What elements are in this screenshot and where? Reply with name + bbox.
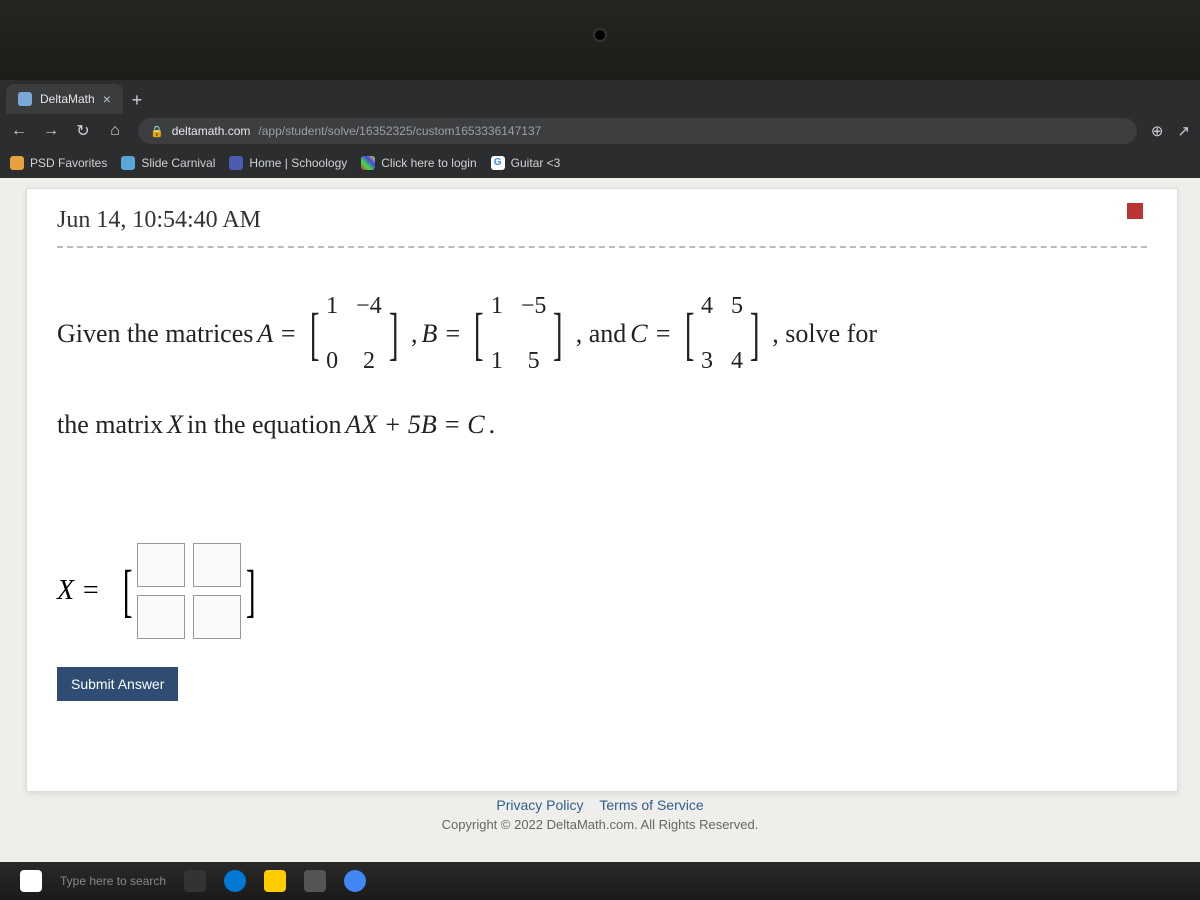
text: ,: [411, 305, 418, 362]
home-button[interactable]: ⌂: [106, 122, 124, 140]
bookmark-icon: [121, 156, 135, 170]
back-button[interactable]: ←: [10, 122, 28, 140]
address-bar: ← → ↻ ⌂ 🔒 deltamath.com/app/student/solv…: [0, 114, 1200, 148]
forward-button[interactable]: →: [42, 122, 60, 140]
bracket-right-icon: ]: [553, 311, 563, 357]
tab-favicon: [18, 92, 32, 106]
bracket-left-icon: [: [310, 311, 320, 357]
bookmark-label: Slide Carnival: [141, 156, 215, 170]
terms-link[interactable]: Terms of Service: [599, 797, 703, 813]
laptop-bezel: [0, 0, 1200, 80]
text: .: [489, 396, 496, 453]
url-domain: deltamath.com: [172, 124, 251, 138]
answer-cell-0-1[interactable]: [193, 543, 241, 587]
tab-bar: DeltaMath × +: [0, 80, 1200, 114]
problem-text: Given the matrices A = [ 1−4 02 ] , B = …: [57, 278, 1147, 453]
cell: 1: [491, 280, 503, 333]
tab-title: DeltaMath: [40, 92, 95, 106]
bookmark-label: PSD Favorites: [30, 156, 107, 170]
bookmark-label: Click here to login: [381, 156, 476, 170]
file-explorer-icon[interactable]: [264, 870, 286, 892]
text: , and: [576, 305, 627, 362]
cell: −4: [356, 280, 382, 333]
bookmark-label: Guitar <3: [511, 156, 561, 170]
bookmarks-bar: PSD Favorites Slide Carnival Home | Scho…: [0, 148, 1200, 178]
store-icon[interactable]: [304, 870, 326, 892]
lock-icon: 🔒: [150, 125, 164, 138]
bookmark-icon: [361, 156, 375, 170]
submit-answer-button[interactable]: Submit Answer: [57, 667, 178, 701]
bookmark-slide-carnival[interactable]: Slide Carnival: [121, 156, 215, 170]
matrix-b-label: B =: [422, 305, 462, 362]
page-footer: Privacy Policy Terms of Service Copyrigh…: [0, 797, 1200, 832]
bracket-right-icon: ]: [389, 311, 399, 357]
answer-matrix: [ ]: [118, 543, 261, 639]
x-equals-label: X =: [57, 575, 100, 607]
record-stop-icon[interactable]: [1127, 203, 1143, 219]
bookmark-label: Home | Schoology: [249, 156, 347, 170]
cell: 4: [731, 335, 743, 388]
timestamp: Jun 14, 10:54:40 AM: [57, 207, 1147, 234]
bracket-right-icon: ]: [246, 568, 256, 614]
cell: 2: [356, 335, 382, 388]
cell: 0: [326, 335, 338, 388]
cell: 5: [521, 335, 547, 388]
camera-dot: [595, 30, 605, 40]
chrome-icon[interactable]: [344, 870, 366, 892]
bracket-left-icon: [: [474, 311, 484, 357]
url-path: /app/student/solve/16352325/custom165333…: [258, 124, 541, 138]
windows-taskbar[interactable]: Type here to search: [0, 862, 1200, 900]
cell: 3: [701, 335, 713, 388]
page-viewport: Jun 14, 10:54:40 AM Given the matrices A…: [0, 178, 1200, 862]
content-card: Jun 14, 10:54:40 AM Given the matrices A…: [26, 188, 1178, 792]
bookmark-schoology[interactable]: Home | Schoology: [229, 156, 347, 170]
edge-icon[interactable]: [224, 870, 246, 892]
browser-chrome: DeltaMath × + ← → ↻ ⌂ 🔒 deltamath.com/ap…: [0, 80, 1200, 178]
bookmark-psd-favorites[interactable]: PSD Favorites: [10, 156, 107, 170]
cell: −5: [521, 280, 547, 333]
google-icon: G: [491, 156, 505, 170]
toolbar-right: ⊕ ↗: [1151, 122, 1190, 140]
text: the matrix: [57, 396, 163, 453]
taskbar-search[interactable]: Type here to search: [60, 874, 166, 888]
reload-button[interactable]: ↻: [74, 121, 92, 141]
new-tab-button[interactable]: +: [123, 86, 151, 114]
share-icon[interactable]: ↗: [1177, 122, 1190, 140]
answer-cell-0-0[interactable]: [137, 543, 185, 587]
equation: AX + 5B = C: [346, 396, 485, 453]
omnibox[interactable]: 🔒 deltamath.com/app/student/solve/163523…: [138, 118, 1137, 144]
matrix-c-label: C =: [630, 305, 671, 362]
zoom-icon[interactable]: ⊕: [1151, 122, 1164, 140]
matrix-a-label: A =: [257, 305, 296, 362]
bookmark-login[interactable]: Click here to login: [361, 156, 476, 170]
text: in the equation: [187, 396, 342, 453]
cell: 1: [326, 280, 338, 333]
text: , solve for: [772, 305, 877, 362]
text: Given the matrices: [57, 305, 253, 362]
start-icon[interactable]: [20, 870, 42, 892]
cell: 4: [701, 280, 713, 333]
answer-cell-1-0[interactable]: [137, 595, 185, 639]
matrix-a: [ 1 −4 02 ]: [305, 278, 403, 390]
copyright-text: Copyright © 2022 DeltaMath.com. All Righ…: [0, 817, 1200, 832]
cell: 5: [731, 280, 743, 333]
x-var: X: [167, 396, 183, 453]
bracket-left-icon: [: [123, 568, 133, 614]
privacy-link[interactable]: Privacy Policy: [496, 797, 583, 813]
bookmark-guitar[interactable]: G Guitar <3: [491, 156, 561, 170]
divider: [57, 246, 1147, 248]
answer-area: X = [ ]: [57, 543, 1147, 639]
answer-cell-1-1[interactable]: [193, 595, 241, 639]
cell: 1: [491, 335, 503, 388]
bracket-left-icon: [: [684, 311, 694, 357]
matrix-b: [ 1 −5 15 ]: [469, 278, 567, 390]
folder-icon: [10, 156, 24, 170]
tab-close-icon[interactable]: ×: [103, 91, 111, 107]
task-view-icon[interactable]: [184, 870, 206, 892]
matrix-c: [ 45 34 ]: [680, 278, 765, 390]
bookmark-icon: [229, 156, 243, 170]
tab-deltamath[interactable]: DeltaMath ×: [6, 84, 123, 114]
bracket-right-icon: ]: [750, 311, 760, 357]
